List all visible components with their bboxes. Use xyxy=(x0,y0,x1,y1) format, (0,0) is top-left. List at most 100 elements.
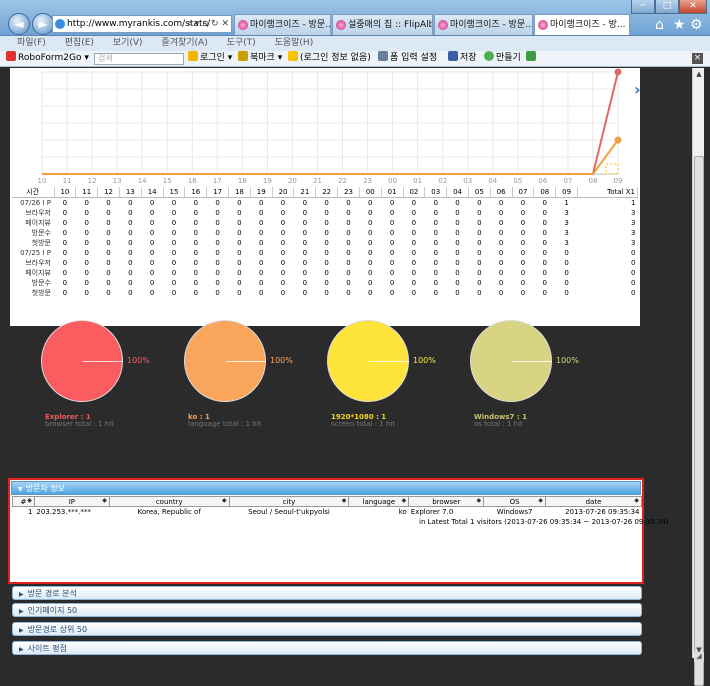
stats-cell: 0 xyxy=(564,278,569,287)
stats-cell: 0 xyxy=(149,268,155,277)
menu-edit[interactable]: 편집(E) xyxy=(65,38,94,48)
stats-cell: 0 xyxy=(368,198,373,207)
x-tick-label: 09 xyxy=(614,177,623,185)
stats-cell: 0 xyxy=(280,198,286,207)
pie-language xyxy=(184,320,266,402)
favorites-icon[interactable]: ★ xyxy=(673,17,686,33)
stats-cell: 0 xyxy=(128,228,133,237)
sort-icon: ◆ xyxy=(341,497,347,504)
x-tick-label: 00 xyxy=(388,177,397,185)
stats-cell: 0 xyxy=(346,258,351,267)
col-city[interactable]: city ◆ xyxy=(228,496,350,507)
col-ip[interactable]: IP ◆ xyxy=(33,496,110,507)
stats-col-header: 16 xyxy=(184,187,208,198)
section-top-referrers[interactable]: ▶ 방문경로 상위 50 xyxy=(12,622,642,636)
stats-cell: 0 xyxy=(106,288,111,297)
make-button[interactable]: 만들기 xyxy=(484,51,521,66)
login-icon xyxy=(188,51,198,61)
stats-cell: 0 xyxy=(62,198,68,207)
section-site-rating[interactable]: ▶ 사이트 평점 xyxy=(12,641,642,655)
close-window-button[interactable]: ✕ xyxy=(679,0,707,14)
stats-cell: 0 xyxy=(193,278,199,287)
stats-cell: 0 xyxy=(368,208,373,217)
stats-cell: 0 xyxy=(193,198,199,207)
table-row: 페이지뷰 0 0 0 0 0 0 0 0 0 0 0 0 0 0 0 0 0 0 0 0 0 0 0 0 0 xyxy=(12,268,638,278)
stats-col-header: 19 xyxy=(250,187,273,198)
login-button[interactable]: 로그인 ▾ xyxy=(188,51,232,66)
col-browser[interactable]: browser ◆ xyxy=(408,496,485,507)
stats-cell: 0 xyxy=(324,268,329,277)
stats-col-header: 09 xyxy=(555,187,578,198)
col-country-label: country xyxy=(155,497,183,506)
tab-favicon xyxy=(238,20,248,30)
toolbar-close-icon[interactable]: × xyxy=(692,53,703,64)
forward-button[interactable]: ► xyxy=(32,13,54,35)
col-os[interactable]: OS ◆ xyxy=(483,496,547,507)
x-tick-label: 13 xyxy=(113,177,122,185)
x-tick-label: 23 xyxy=(363,177,372,185)
stats-cell: 0 xyxy=(324,228,329,237)
stats-cell: 0 xyxy=(280,238,286,247)
gear-icon[interactable]: ⚙ xyxy=(690,17,703,33)
menu-tools[interactable]: 도구(T) xyxy=(227,38,256,48)
section-visit-path-analysis[interactable]: ▶ 방문 경로 분석 xyxy=(12,586,642,600)
stats-cell: 0 xyxy=(302,238,308,247)
table-row: 방문수 0 0 0 0 0 0 0 0 0 0 0 0 0 0 0 0 0 0 0 0 0 0 0 3 3 xyxy=(12,228,638,238)
stats-cell: 0 xyxy=(258,268,264,277)
col-num[interactable]: # ◆ xyxy=(12,496,35,507)
vertical-scrollbar[interactable]: ▲ ▼ xyxy=(692,68,704,686)
scroll-thumb[interactable] xyxy=(694,156,704,686)
menu-view[interactable]: 보기(V) xyxy=(113,38,143,48)
section-label: 사이트 평점 xyxy=(27,644,67,653)
roboform-button[interactable]: RoboForm2Go ▾ xyxy=(6,51,89,66)
form-settings-button[interactable]: 폼 입력 설정 xyxy=(378,51,437,66)
menu-favorites[interactable]: 즐겨찾기(A) xyxy=(161,38,207,48)
save-button[interactable]: 저장 xyxy=(448,51,477,66)
stats-cell: 0 xyxy=(433,278,438,287)
stats-cell: 0 xyxy=(215,238,220,247)
section-label: 방문 경로 분석 xyxy=(27,589,77,598)
back-button[interactable]: ◄ xyxy=(8,13,30,35)
tab-3[interactable]: 마이랭크이즈 - 방문... xyxy=(434,14,533,35)
stats-cell: 0 xyxy=(564,288,569,297)
stats-cell: 0 xyxy=(193,228,199,237)
minimize-button[interactable]: ─ xyxy=(631,0,655,14)
stats-cell: 0 xyxy=(477,258,482,267)
visitor-info-header[interactable]: ▼ 방문자 정보 xyxy=(11,481,641,495)
tab-1[interactable]: 마이랭크이즈 - 방문... xyxy=(234,14,331,35)
scroll-up-icon[interactable]: ▲ xyxy=(694,70,704,80)
login-info[interactable]: (로그인 정보 없음) xyxy=(288,51,371,66)
resize-grip-icon[interactable]: ◢ xyxy=(694,652,704,662)
stats-cell: 0 xyxy=(498,248,504,257)
address-bar[interactable]: http://www.myrankis.com/stats/ ⌕ ▾ ▫ ↻ ✕ xyxy=(52,15,232,33)
stats-cell: 0 xyxy=(302,198,308,207)
tab-4-active[interactable]: 마이랭크이즈 - 방... xyxy=(534,14,630,35)
stats-cell: 0 xyxy=(302,208,308,217)
stats-cell: 0 xyxy=(258,248,264,257)
stats-cell: 0 xyxy=(564,258,569,267)
tab-2[interactable]: 설중매의 집 :: FlipAlb... xyxy=(332,14,433,35)
x-tick-label: 17 xyxy=(213,177,222,185)
stats-cell: 0 xyxy=(280,258,286,267)
col-language[interactable]: language ◆ xyxy=(348,496,410,507)
stats-cell: 0 xyxy=(128,258,133,267)
stats-cell: 0 xyxy=(258,288,264,297)
chevron-right-icon[interactable]: › xyxy=(634,80,641,99)
col-country[interactable]: country ◆ xyxy=(108,496,230,507)
stats-cell: 0 xyxy=(237,218,242,227)
bookmark-button[interactable]: 북마크 ▾ xyxy=(238,51,282,66)
toolbar-search-input[interactable]: 검색 xyxy=(94,53,184,65)
home-toolbar-icon[interactable] xyxy=(526,51,538,66)
section-popular-pages[interactable]: ▶ 인기페이지 50 xyxy=(12,603,642,617)
stats-cell: 0 xyxy=(631,268,636,277)
menu-help[interactable]: 도움말(H) xyxy=(275,38,314,48)
maximize-button[interactable]: □ xyxy=(655,0,679,14)
col-date[interactable]: date ◆ xyxy=(545,496,642,507)
address-tools[interactable]: ⌕ ▾ ▫ ↻ ✕ xyxy=(187,16,229,32)
sort-icon: ◆ xyxy=(401,497,407,504)
stats-cell: 0 xyxy=(237,238,242,247)
chevron-right-icon: ▶ xyxy=(19,591,24,598)
stats-cell: 0 xyxy=(542,258,548,267)
home-icon[interactable]: ⌂ xyxy=(655,17,664,33)
menu-file[interactable]: 파일(F) xyxy=(17,38,46,48)
